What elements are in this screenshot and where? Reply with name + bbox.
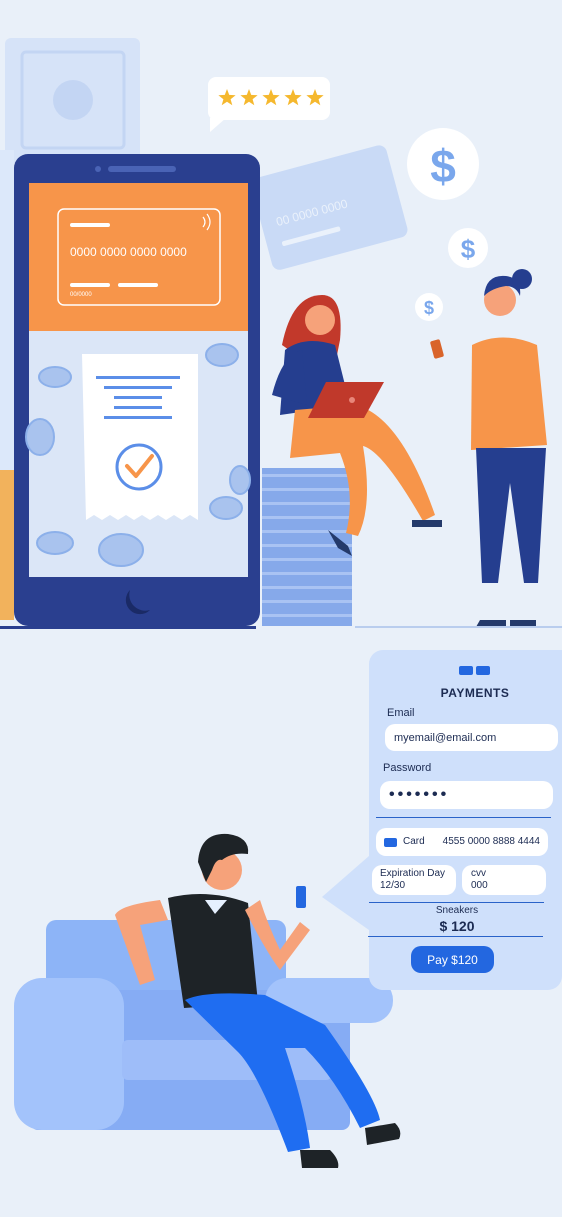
- coin-stack-left: [0, 470, 14, 620]
- illustration-stage: 00 0000 0000 $ $ $ 0000 0000 0000 0000 0…: [0, 0, 562, 1217]
- card-label: Card: [403, 836, 425, 847]
- svg-text:$: $: [424, 298, 434, 318]
- expiration-value: 12/30: [380, 880, 406, 891]
- cards-icon: [459, 666, 490, 675]
- divider: [368, 936, 543, 937]
- product-price: $ 120: [439, 918, 475, 934]
- dollar-coin-icon: $: [407, 128, 479, 200]
- background-credit-card: 00 0000 0000: [251, 145, 408, 270]
- expiration-field[interactable]: Expiration Day 12/30: [372, 865, 456, 895]
- woman-standing: [430, 269, 547, 627]
- svg-text:$: $: [461, 234, 476, 264]
- dollar-coin-icon: $: [415, 293, 443, 321]
- payment-title: PAYMENTS: [440, 686, 510, 700]
- pay-button[interactable]: Pay $120: [411, 946, 494, 973]
- credit-card-icon: [384, 837, 397, 847]
- dollar-coin-icon: $: [448, 228, 488, 268]
- rating-bubble: [208, 77, 330, 132]
- svg-text:$: $: [430, 140, 456, 192]
- expiration-label: Expiration Day: [380, 868, 446, 879]
- scene-illustration: 00 0000 0000 $ $ $ 0000 0000 0000 0000 0…: [0, 38, 562, 1168]
- divider: [369, 902, 544, 903]
- product-name: Sneakers: [435, 905, 479, 916]
- password-field[interactable]: •••••••: [380, 781, 553, 809]
- card-number: 4555 0000 8888 4444: [442, 836, 540, 847]
- email-field[interactable]: myemail@email.com: [385, 724, 558, 751]
- cvv-value: 000: [471, 880, 488, 891]
- password-label: Password: [383, 762, 432, 774]
- card-field[interactable]: Card 4555 0000 8888 4444: [376, 828, 548, 856]
- phone-card-number: 0000 0000 0000 0000: [70, 245, 187, 259]
- email-label: Email: [387, 707, 415, 719]
- divider: [376, 817, 551, 818]
- phone-card-expiry: 00/0000: [70, 292, 92, 298]
- background-banknote: [5, 38, 140, 163]
- cvv-field[interactable]: cvv 000: [462, 865, 546, 895]
- receipt: [82, 354, 198, 520]
- payment-form: PAYMENTS Email myemail@email.com Passwor…: [368, 650, 562, 990]
- cvv-label: cvv: [471, 868, 486, 879]
